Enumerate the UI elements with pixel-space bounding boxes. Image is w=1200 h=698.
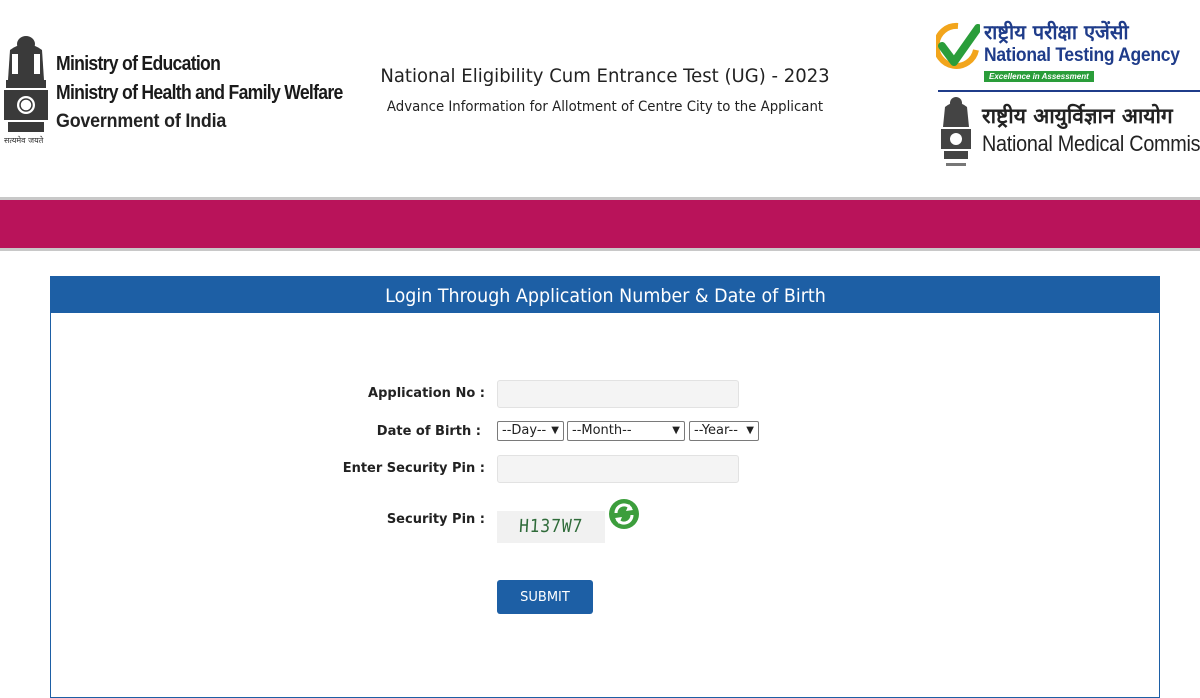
logo-divider xyxy=(938,90,1200,92)
nmc-name-hindi: राष्ट्रीय आयुर्विज्ञान आयोग xyxy=(982,104,1173,128)
nta-tagline: Excellence in Assessment xyxy=(984,71,1094,82)
nta-name-hindi: राष्ट्रीय परीक्षा एजेंसी xyxy=(984,20,1129,44)
security-pin-label: Security Pin : xyxy=(386,512,485,527)
emblem-motto: सत्यमेव जयते xyxy=(4,136,44,145)
dob-day-select[interactable]: --Day-- ▼ xyxy=(497,421,564,441)
application-no-label: Application No : xyxy=(368,386,485,401)
site-header: सत्यमेव जयते Ministry of Education Minis… xyxy=(0,0,1200,198)
nmc-name-english: National Medical Commission xyxy=(982,131,1200,156)
page-title: National Eligibility Cum Entrance Test (… xyxy=(380,65,830,87)
dob-day-value: --Day-- xyxy=(502,423,547,438)
submit-button[interactable]: SUBMIT xyxy=(497,580,593,614)
band-border-bottom xyxy=(0,248,1200,251)
refresh-icon[interactable] xyxy=(607,497,641,531)
header-band xyxy=(0,200,1200,248)
dob-month-select[interactable]: --Month-- ▼ xyxy=(567,421,685,441)
security-pin-input[interactable] xyxy=(497,455,739,483)
national-emblem-icon xyxy=(4,36,48,132)
nta-name-english: National Testing Agency xyxy=(984,45,1180,66)
captcha-text: H137W7 xyxy=(518,516,584,537)
dob-month-value: --Month-- xyxy=(572,423,632,438)
nta-checkmark-logo-icon xyxy=(936,22,980,69)
dob-year-value: --Year-- xyxy=(694,423,738,438)
application-no-input[interactable] xyxy=(497,380,739,408)
exam-title-block: National Eligibility Cum Entrance Test (… xyxy=(300,62,910,120)
chevron-down-icon: ▼ xyxy=(746,425,754,436)
nmc-emblem-icon xyxy=(941,97,971,166)
dob-year-select[interactable]: --Year-- ▼ xyxy=(689,421,759,441)
dob-label: Date of Birth : xyxy=(376,424,481,439)
page-subtitle: Advance Information for Allotment of Cen… xyxy=(386,99,824,115)
enter-security-pin-label: Enter Security Pin : xyxy=(342,461,485,476)
login-heading-text: Login Through Application Number & Date … xyxy=(384,285,826,307)
login-panel: Login Through Application Number & Date … xyxy=(50,276,1160,698)
captcha-image: H137W7 xyxy=(497,511,605,543)
chevron-down-icon: ▼ xyxy=(551,425,559,436)
login-panel-heading: Login Through Application Number & Date … xyxy=(51,277,1159,313)
chevron-down-icon: ▼ xyxy=(672,425,680,436)
